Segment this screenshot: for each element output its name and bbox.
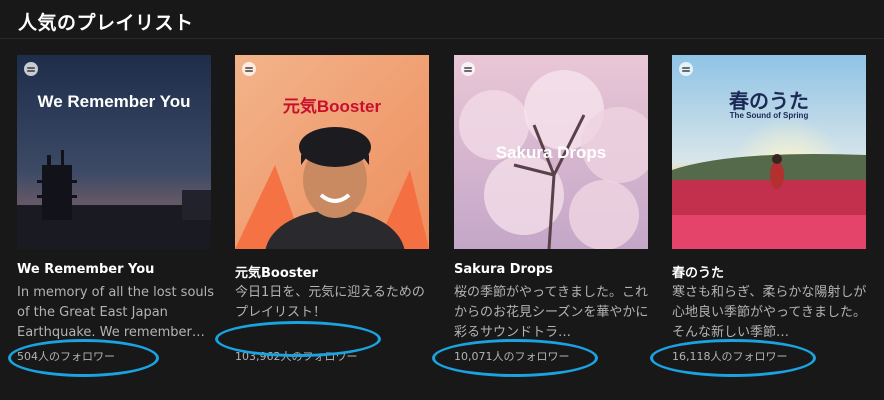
spotify-logo-icon (242, 62, 256, 76)
playlist-cover[interactable]: Sakura Drops (454, 55, 648, 249)
cover-title: 春のうた (729, 91, 809, 113)
playlist-card-haru-no-uta[interactable]: 春のうた The Sound of Spring 春のうた 寒さも和らぎ、柔らか… (672, 55, 872, 385)
playlist-description: 寒さも和らぎ、柔らかな陽射しが心地良い季節がやってきました。そんな新しい季節… (672, 285, 867, 340)
cover-title: 元気Booster (282, 97, 382, 116)
playlist-title[interactable]: 春のうた (672, 262, 724, 281)
playlist-title[interactable]: We Remember You (17, 262, 154, 277)
playlist-cover[interactable]: We Remember You (17, 55, 211, 249)
follower-count: 16,118人のフォロワー (672, 350, 788, 363)
playlist-description: 桜の季節がやってきました。これからのお花見シーズンを華やかに彩るサウンドトラ… (454, 285, 649, 340)
playlist-cover[interactable]: 春のうた The Sound of Spring (672, 55, 866, 249)
cover-art-night-ruins (17, 55, 211, 249)
playlist-description: 今日1日を、元気に迎えるためのプレイリスト！ (235, 285, 425, 320)
spotify-logo-icon (461, 62, 475, 76)
cover-art-smiling-person (235, 55, 429, 249)
playlist-cover[interactable]: 元気Booster (235, 55, 429, 249)
playlist-title[interactable]: Sakura Drops (454, 262, 553, 277)
follower-count: 103,962人のフォロワー (235, 350, 358, 363)
cover-title: We Remember You (37, 92, 191, 111)
playlist-card-we-remember-you[interactable]: We Remember You We Remember You In memor… (17, 55, 217, 385)
follower-count: 10,071人のフォロワー (454, 350, 570, 363)
cover-title: Sakura Drops (495, 143, 607, 162)
section-title: 人気のプレイリスト (18, 12, 194, 34)
cover-subtitle: The Sound of Spring (729, 111, 809, 120)
playlist-title[interactable]: 元気Booster (235, 262, 318, 281)
spotify-logo-icon (679, 62, 693, 76)
playlist-description: In memory of all the lost souls of the G… (17, 285, 215, 340)
spotify-logo-icon (24, 62, 38, 76)
playlist-card-genki-booster[interactable]: 元気Booster 元気Booster 今日1日を、元気に迎えるためのプレイリス… (235, 55, 435, 385)
follower-count: 504人のフォロワー (17, 350, 115, 363)
playlist-card-sakura-drops[interactable]: Sakura Drops Sakura Drops 桜の季節がやってきました。こ… (454, 55, 654, 385)
section-divider (0, 38, 884, 39)
